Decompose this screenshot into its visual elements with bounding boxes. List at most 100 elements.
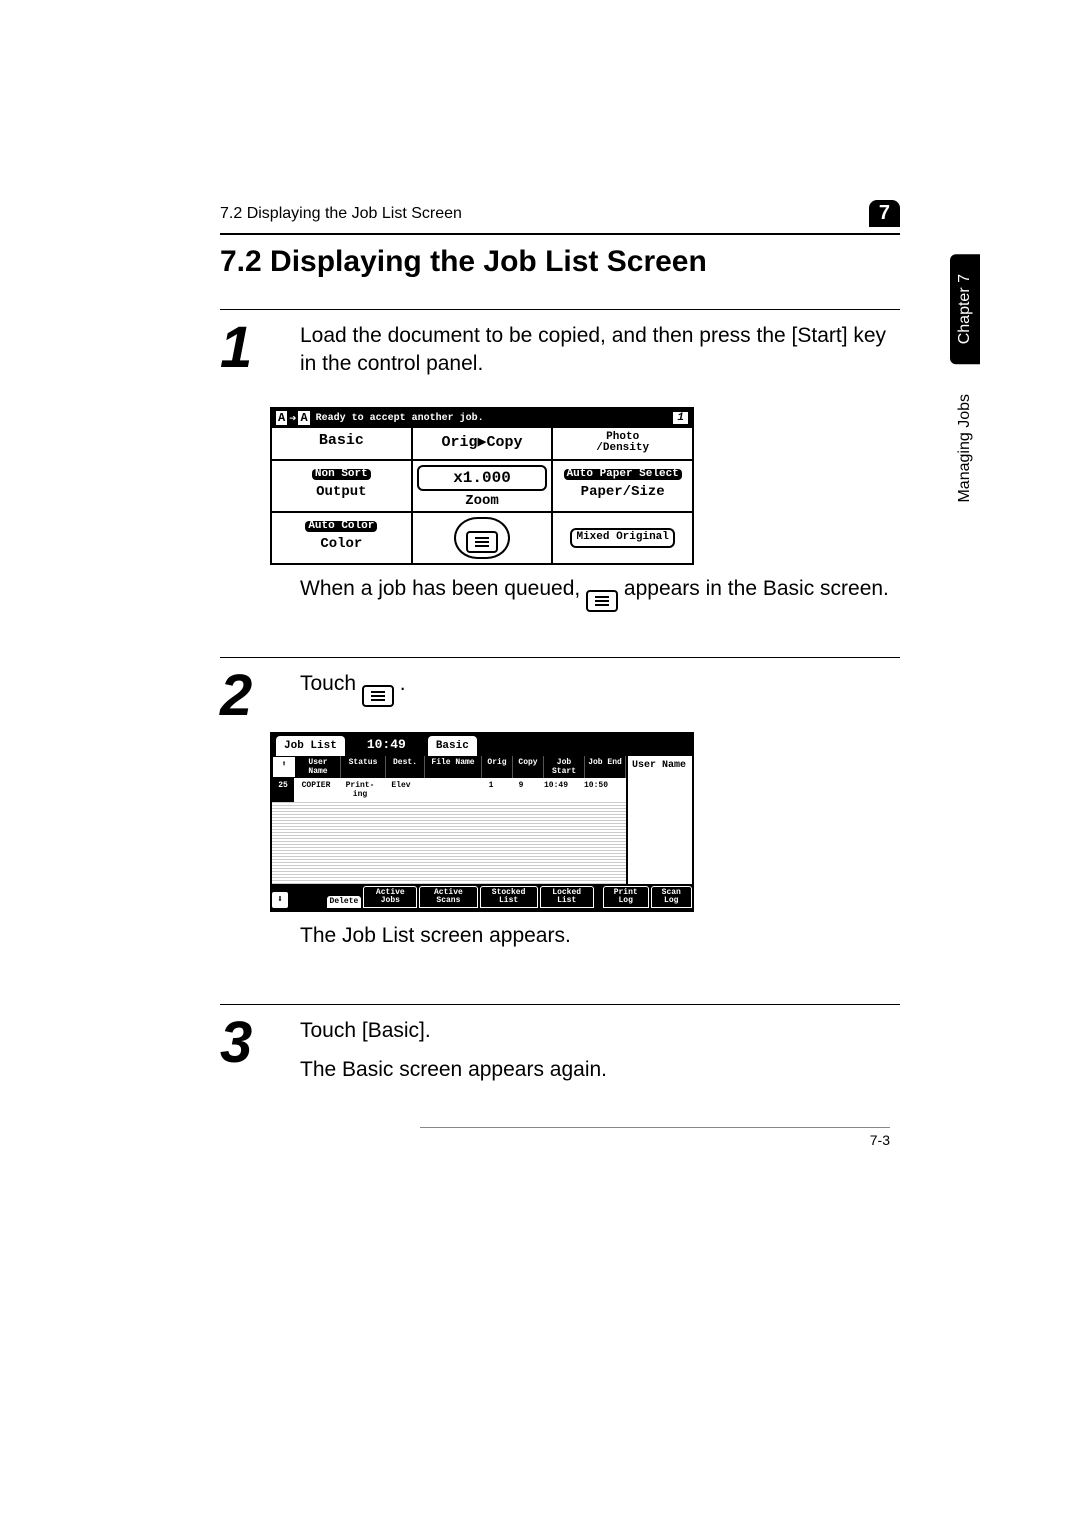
tab-photo-l2: /Density bbox=[596, 442, 649, 454]
col-copy: Copy bbox=[513, 756, 544, 778]
joblist-time: 10:49 bbox=[367, 737, 406, 752]
rule-top bbox=[220, 233, 900, 235]
zoom-cell: x1.000 Zoom bbox=[413, 461, 554, 511]
orig-to-copy-icon: A➔A bbox=[276, 411, 310, 426]
step2-after: . bbox=[400, 672, 406, 695]
document-page: Chapter 7 Managing Jobs 7.2 Displaying t… bbox=[0, 0, 1080, 1528]
mixed-cell: Mixed Original bbox=[553, 513, 692, 563]
joblist-icon-button[interactable] bbox=[454, 517, 510, 559]
mixed-original-button[interactable]: Mixed Original bbox=[570, 528, 674, 548]
color-cell: Auto Color Color bbox=[272, 513, 413, 563]
joblist-bottom-buttons: ⬇ Delete Active Jobs Active Scans Stocke… bbox=[272, 884, 692, 910]
zoom-label[interactable]: Zoom bbox=[417, 493, 548, 509]
job-slot-indicator: 1 bbox=[673, 412, 688, 424]
joblist-table-header: ⬆ User Name Status Dest. File Name Orig … bbox=[272, 756, 626, 778]
joblist-top-row: Job List 10:49 Basic bbox=[272, 734, 692, 756]
step2-result: 2 The Job List screen appears. bbox=[220, 922, 900, 974]
joblist-icon-inline bbox=[362, 685, 394, 707]
row-num: 25 bbox=[272, 778, 294, 802]
rule-step3 bbox=[220, 1004, 900, 1005]
step2-result-text: The Job List screen appears. bbox=[300, 922, 900, 950]
delete-button[interactable]: Delete bbox=[327, 896, 362, 908]
step2-text: Touch . bbox=[300, 670, 900, 707]
tab-photo-density[interactable]: Photo /Density bbox=[553, 428, 692, 459]
row-start: 10:49 bbox=[536, 778, 576, 802]
step-3: 3 Touch [Basic]. The Basic screen appear… bbox=[220, 1017, 900, 1094]
step1-after-text: When a job has been queued, appears in t… bbox=[300, 575, 900, 612]
rule-section bbox=[220, 309, 900, 310]
step2-before: Touch bbox=[300, 672, 362, 695]
tab-orig-copy[interactable]: Orig▶Copy bbox=[413, 428, 554, 459]
locked-list-button[interactable]: Locked List bbox=[540, 886, 594, 908]
tab-basic[interactable]: Basic bbox=[272, 428, 413, 459]
joblist-right-pane: User Name bbox=[628, 756, 692, 884]
row-user: COPIER bbox=[294, 778, 338, 802]
rule-step2 bbox=[220, 657, 900, 658]
scroll-down-button[interactable]: ⬇ bbox=[272, 892, 288, 908]
col-job-start: Job Start bbox=[544, 756, 585, 778]
table-row[interactable]: 25 COPIER Print- ing Elev 1 9 10:49 10:5… bbox=[272, 778, 626, 802]
status-message: Ready to accept another job. bbox=[316, 413, 674, 424]
output-cell: Non Sort Output bbox=[272, 461, 413, 511]
zoom-value-button[interactable]: x1.000 bbox=[417, 465, 548, 491]
tab-joblist[interactable]: Job List bbox=[276, 736, 345, 756]
row-copy: 9 bbox=[506, 778, 536, 802]
joblist-screen: Job List 10:49 Basic ⬆ User Name Status … bbox=[270, 732, 694, 912]
step3-line1: Touch [Basic]. bbox=[300, 1017, 900, 1045]
autocolor-button[interactable]: Auto Color bbox=[305, 521, 377, 533]
step1-after-part2: appears in the Basic screen. bbox=[624, 577, 889, 600]
side-margin: Chapter 7 Managing Jobs bbox=[950, 254, 980, 503]
joblist-icon bbox=[466, 531, 498, 553]
basic-screen: A➔A Ready to accept another job. 1 Basic… bbox=[270, 407, 694, 565]
basic-screen-tabs: Basic Orig▶Copy Photo /Density bbox=[272, 428, 692, 461]
step3-line2: The Basic screen appears again. bbox=[300, 1056, 900, 1084]
col-dest: Dest. bbox=[386, 756, 425, 778]
step-number: 1 bbox=[220, 322, 270, 374]
row-status: Print- ing bbox=[338, 778, 382, 802]
tab-basic-on-joblist[interactable]: Basic bbox=[428, 736, 477, 756]
nonsort-button[interactable]: Non Sort bbox=[312, 469, 371, 481]
row-dest: Elev bbox=[382, 778, 420, 802]
scan-log-button[interactable]: Scan Log bbox=[651, 886, 692, 908]
page-footer: 7-3 bbox=[420, 1127, 890, 1148]
step-body: Load the document to be copied, and then… bbox=[300, 322, 900, 389]
running-head-text: 7.2 Displaying the Job List Screen bbox=[220, 205, 869, 223]
col-user-name: User Name bbox=[296, 756, 341, 778]
col-orig: Orig bbox=[482, 756, 513, 778]
right-header-username: User Name bbox=[632, 760, 688, 771]
row-orig: 1 bbox=[476, 778, 506, 802]
stocked-list-button[interactable]: Stocked List bbox=[480, 886, 538, 908]
papersize-label[interactable]: Paper/Size bbox=[557, 484, 688, 500]
running-head: 7.2 Displaying the Job List Screen 7 bbox=[220, 200, 900, 227]
joblist-icon-inline bbox=[586, 590, 618, 612]
color-label[interactable]: Color bbox=[276, 536, 407, 552]
autopaper-button[interactable]: Auto Paper Select bbox=[564, 469, 682, 481]
step1-text: Load the document to be copied, and then… bbox=[300, 322, 900, 379]
joblist-icon-cell bbox=[413, 513, 554, 563]
step-number: 3 bbox=[220, 1017, 270, 1069]
side-section-name: Managing Jobs bbox=[956, 394, 974, 503]
print-log-button[interactable]: Print Log bbox=[603, 886, 649, 908]
page-corner-tab: 7 bbox=[869, 200, 900, 227]
output-label[interactable]: Output bbox=[276, 484, 407, 500]
row-file bbox=[420, 778, 476, 802]
chapter-tab: Chapter 7 bbox=[950, 254, 980, 364]
scroll-up-button[interactable]: ⬆ bbox=[272, 756, 296, 778]
tab-photo-l1: Photo bbox=[606, 431, 639, 443]
step1-after: 1 When a job has been queued, appears in… bbox=[220, 575, 900, 627]
step-1: 1 Load the document to be copied, and th… bbox=[220, 322, 900, 389]
col-status: Status bbox=[341, 756, 386, 778]
active-scans-button[interactable]: Active Scans bbox=[419, 886, 477, 908]
joblist-table: ⬆ User Name Status Dest. File Name Orig … bbox=[272, 756, 628, 884]
empty-rows bbox=[272, 802, 626, 884]
step-2: 2 Touch . bbox=[220, 670, 900, 722]
col-job-end: Job End bbox=[585, 756, 626, 778]
col-file-name: File Name bbox=[425, 756, 482, 778]
step1-after-part1: When a job has been queued, bbox=[300, 577, 586, 600]
row-end: 10:50 bbox=[576, 778, 616, 802]
section-title: 7.2 Displaying the Job List Screen bbox=[220, 245, 900, 279]
step-number: 2 bbox=[220, 670, 270, 722]
paper-cell: Auto Paper Select Paper/Size bbox=[553, 461, 692, 511]
basic-screen-statusbar: A➔A Ready to accept another job. 1 bbox=[272, 409, 692, 428]
active-jobs-button[interactable]: Active Jobs bbox=[363, 886, 417, 908]
